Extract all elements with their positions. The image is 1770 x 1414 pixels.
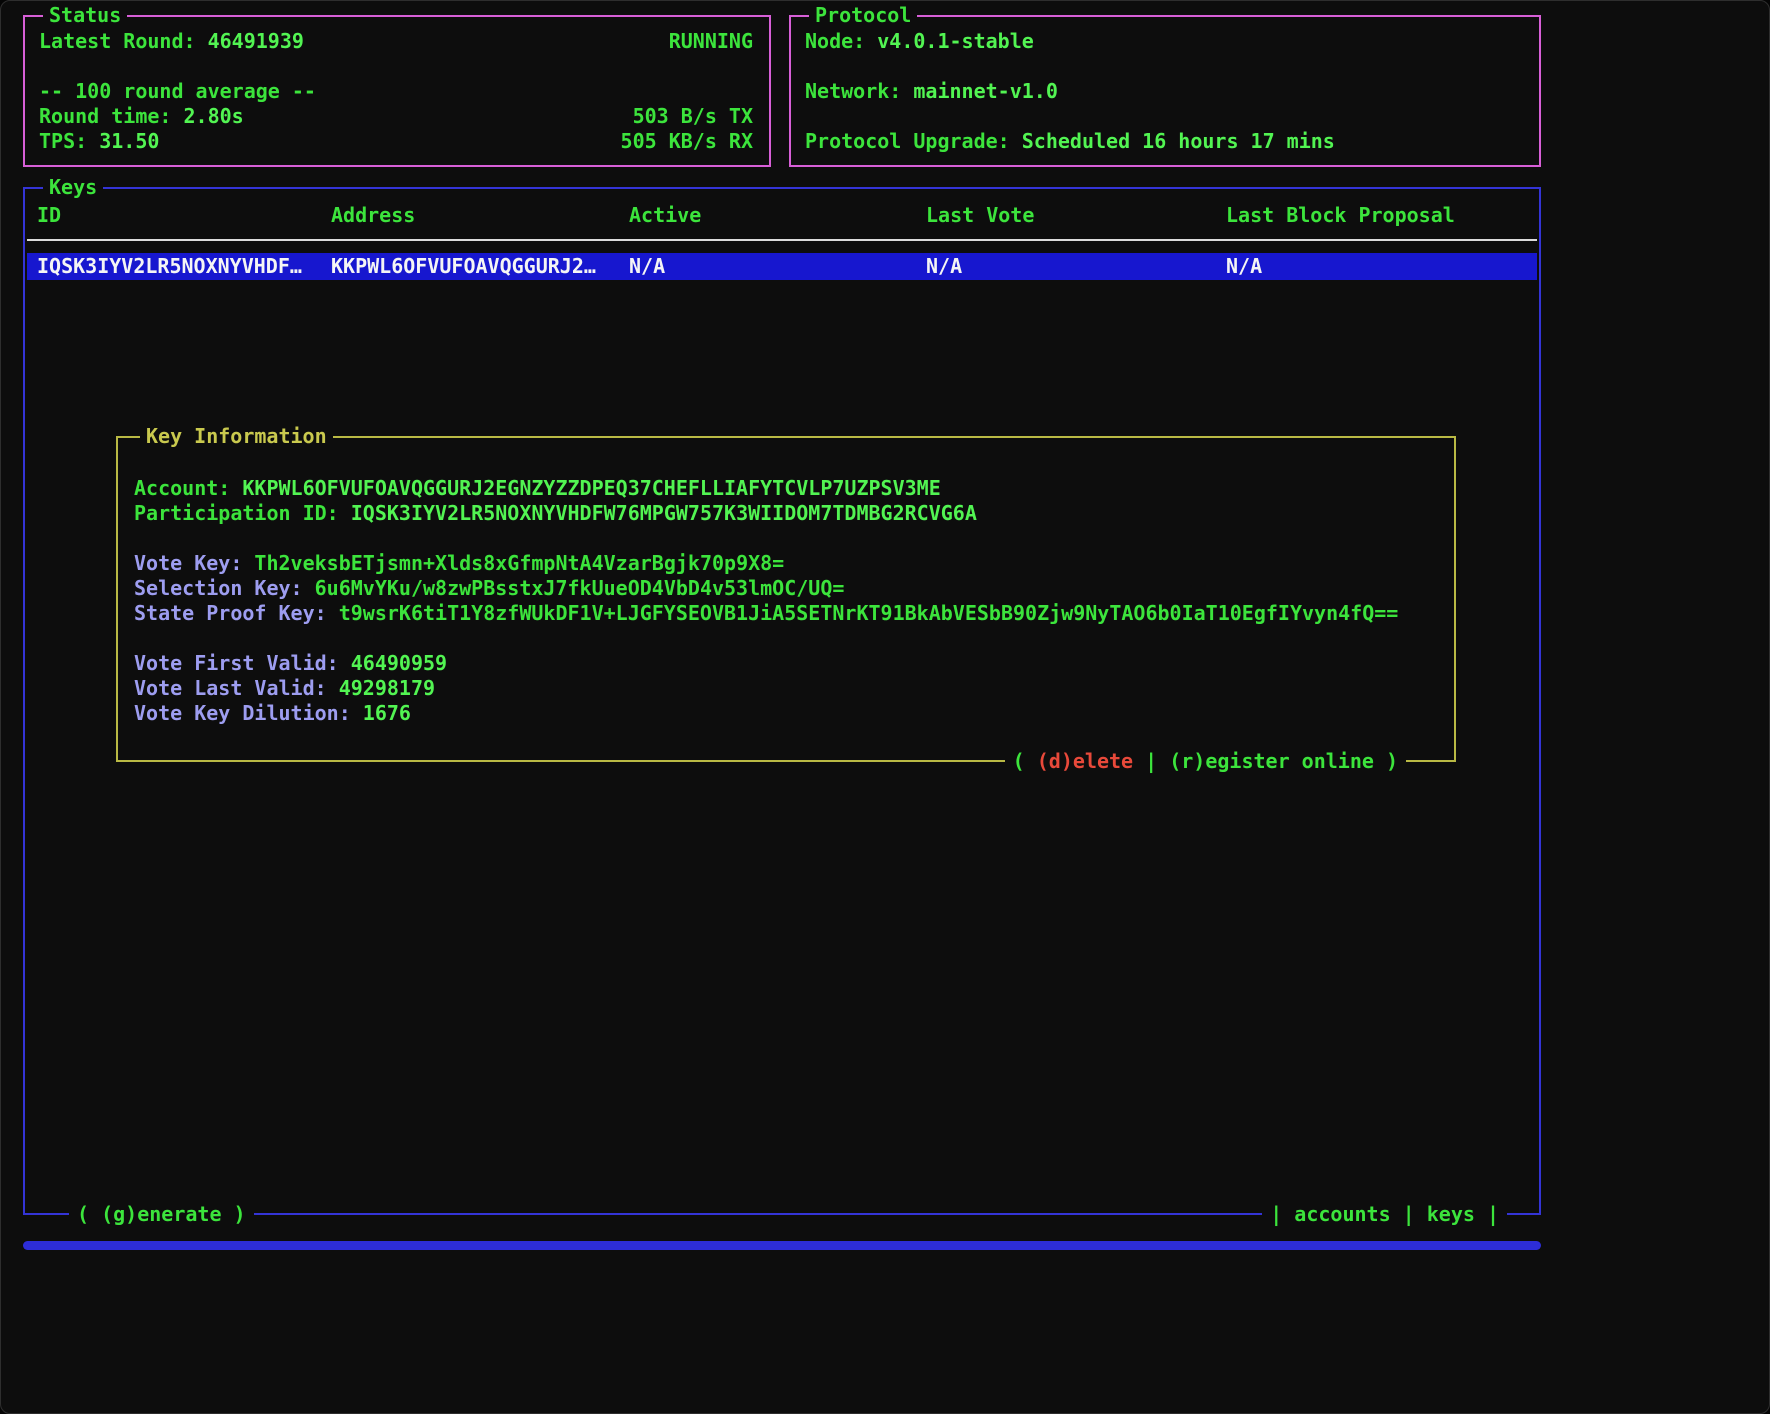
round-time-label: Round time: bbox=[39, 104, 171, 128]
running-status-badge: RUNNING bbox=[669, 29, 753, 54]
protocol-upgrade-label: Protocol Upgrade: bbox=[805, 129, 1010, 153]
tps-value: 31.50 bbox=[99, 129, 159, 153]
rx-rate: 505 KB/s RX bbox=[621, 129, 753, 154]
register-online-button[interactable]: (r)egister online bbox=[1169, 749, 1374, 773]
cell-active: N/A bbox=[629, 253, 926, 280]
actions-open-paren: ( bbox=[1013, 749, 1037, 773]
spacer bbox=[134, 526, 1438, 551]
delete-button[interactable]: (d)elete bbox=[1037, 749, 1133, 773]
account-value: KKPWL6OFVUFOAVQGGURJ2EGNZYZZDPEQ37CHEFLL… bbox=[242, 476, 940, 500]
key-information-title: Key Information bbox=[140, 423, 333, 449]
latest-round-label: Latest Round: bbox=[39, 29, 196, 53]
actions-separator: | bbox=[1133, 749, 1169, 773]
column-header-id: ID bbox=[37, 203, 331, 228]
nav-keys-tab[interactable]: keys bbox=[1427, 1202, 1475, 1226]
vote-key-dilution-row: Vote Key Dilution: 1676 bbox=[134, 701, 1438, 726]
table-header-divider bbox=[27, 239, 1537, 241]
terminal-screen: Status Latest Round: 46491939 RUNNING --… bbox=[0, 0, 1770, 1414]
nav-left-separator: | bbox=[1270, 1202, 1294, 1226]
protocol-panel: Protocol Node: v4.0.1-stable Network: ma… bbox=[789, 15, 1541, 167]
cell-last-block-proposal: N/A bbox=[1226, 253, 1537, 280]
status-panel: Status Latest Round: 46491939 RUNNING --… bbox=[23, 15, 771, 167]
account-row: Account: KKPWL6OFVUFOAVQGGURJ2EGNZYZZDPE… bbox=[134, 476, 1438, 501]
state-proof-key-row: State Proof Key: t9wsrK6tiT1Y8zfWUkDF1V+… bbox=[134, 601, 1438, 626]
status-panel-title: Status bbox=[43, 2, 127, 28]
participation-id-value: IQSK3IYV2LR5NOXNYVHDFW76MPGW757K3WIIDOM7… bbox=[351, 501, 977, 525]
nav-mid-separator: | bbox=[1391, 1202, 1427, 1226]
spacer bbox=[134, 626, 1438, 651]
latest-round: Latest Round: 46491939 bbox=[39, 29, 304, 54]
vote-key-row: Vote Key: Th2veksbETjsmn+Xlds8xGfmpNtA4V… bbox=[134, 551, 1438, 576]
participation-id-label: Participation ID: bbox=[134, 501, 339, 525]
keys-table-header: ID Address Active Last Vote Last Block P… bbox=[25, 203, 1539, 228]
round-time: Round time: 2.80s bbox=[39, 104, 244, 129]
state-proof-key-label: State Proof Key: bbox=[134, 601, 327, 625]
state-proof-key-value: t9wsrK6tiT1Y8zfWUkDF1V+LJGFYSEOVB1JiA5SE… bbox=[339, 601, 1399, 625]
tx-rate: 503 B/s TX bbox=[633, 104, 753, 129]
nav-right-separator: | bbox=[1475, 1202, 1499, 1226]
key-table-row-selected[interactable]: IQSK3IYV2LR5NOXNYVHDF… KKPWL6OFVUFOAVQGG… bbox=[27, 253, 1537, 280]
protocol-upgrade: Protocol Upgrade: Scheduled 16 hours 17 … bbox=[805, 129, 1523, 154]
spacer bbox=[39, 54, 753, 79]
spacer bbox=[805, 54, 1523, 79]
selection-key-row: Selection Key: 6u6MvYKu/w8zwPBsstxJ7fkUu… bbox=[134, 576, 1438, 601]
selection-key-value: 6u6MvYKu/w8zwPBsstxJ7fkUueOD4VbD4v53lmOC… bbox=[315, 576, 845, 600]
spacer bbox=[805, 104, 1523, 129]
view-nav: | accounts | keys | bbox=[1262, 1201, 1507, 1227]
tps: TPS: 31.50 bbox=[39, 129, 159, 154]
cell-last-vote: N/A bbox=[926, 253, 1226, 280]
actions-close-paren: ) bbox=[1374, 749, 1398, 773]
round-average-header: -- 100 round average -- bbox=[39, 79, 753, 104]
nav-accounts-tab[interactable]: accounts bbox=[1294, 1202, 1390, 1226]
vote-key-label: Vote Key: bbox=[134, 551, 242, 575]
network-name: Network: mainnet-v1.0 bbox=[805, 79, 1523, 104]
node-value: v4.0.1-stable bbox=[877, 29, 1034, 53]
latest-round-value: 46491939 bbox=[208, 29, 304, 53]
column-header-last-vote: Last Vote bbox=[926, 203, 1226, 228]
protocol-panel-title: Protocol bbox=[809, 2, 917, 28]
generate-button[interactable]: ( (g)enerate ) bbox=[69, 1201, 254, 1227]
column-header-address: Address bbox=[331, 203, 629, 228]
cell-address: KKPWL6OFVUFOAVQGGURJ2… bbox=[331, 253, 629, 280]
network-label: Network: bbox=[805, 79, 901, 103]
key-actions: ( (d)elete | (r)egister online ) bbox=[1005, 748, 1406, 774]
bottom-edge-bar bbox=[23, 1241, 1541, 1250]
vote-key-dilution-label: Vote Key Dilution: bbox=[134, 701, 351, 725]
protocol-upgrade-value: Scheduled 16 hours 17 mins bbox=[1022, 129, 1335, 153]
vote-last-valid-row: Vote Last Valid: 49298179 bbox=[134, 676, 1438, 701]
cell-participation-id: IQSK3IYV2LR5NOXNYVHDF… bbox=[37, 253, 331, 280]
vote-key-value: Th2veksbETjsmn+Xlds8xGfmpNtA4VzarBgjk70p… bbox=[254, 551, 784, 575]
key-information-panel: Key Information Account: KKPWL6OFVUFOAVQ… bbox=[116, 436, 1456, 762]
column-header-last-block-proposal: Last Block Proposal bbox=[1226, 203, 1539, 228]
node-label: Node: bbox=[805, 29, 865, 53]
vote-key-dilution-value: 1676 bbox=[363, 701, 411, 725]
round-time-value: 2.80s bbox=[184, 104, 244, 128]
network-value: mainnet-v1.0 bbox=[913, 79, 1058, 103]
account-label: Account: bbox=[134, 476, 230, 500]
column-header-active: Active bbox=[629, 203, 926, 228]
participation-id-row: Participation ID: IQSK3IYV2LR5NOXNYVHDFW… bbox=[134, 501, 1438, 526]
keys-panel-title: Keys bbox=[43, 174, 103, 200]
vote-last-valid-label: Vote Last Valid: bbox=[134, 676, 327, 700]
vote-first-valid-value: 46490959 bbox=[351, 651, 447, 675]
selection-key-label: Selection Key: bbox=[134, 576, 303, 600]
vote-last-valid-value: 49298179 bbox=[339, 676, 435, 700]
tps-label: TPS: bbox=[39, 129, 87, 153]
node-version: Node: v4.0.1-stable bbox=[805, 29, 1523, 54]
vote-first-valid-label: Vote First Valid: bbox=[134, 651, 339, 675]
vote-first-valid-row: Vote First Valid: 46490959 bbox=[134, 651, 1438, 676]
